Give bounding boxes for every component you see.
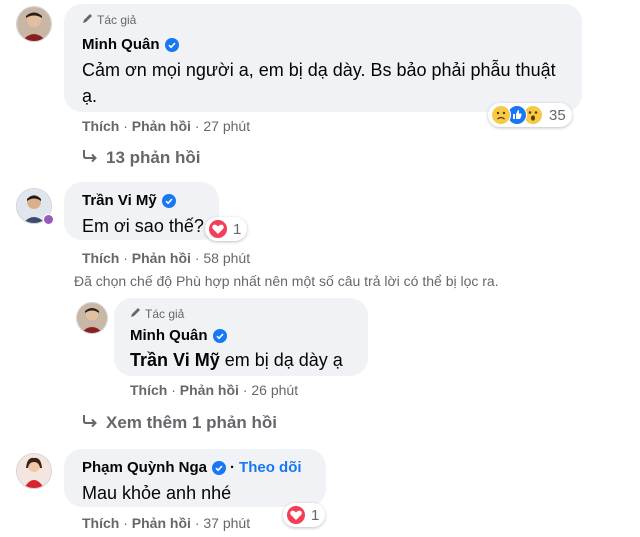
separator: · — [230, 459, 236, 476]
commenter-name: Phạm Quỳnh Nga · Theo dõi — [82, 459, 302, 476]
comment-actions: Thích · Phản hồi · 26 phút — [130, 382, 298, 398]
reply-link[interactable]: Phản hồi — [132, 118, 191, 134]
like-link[interactable]: Thích — [82, 118, 119, 134]
comment-text: Trần Vi Mỹ em bị dạ dày ạ — [130, 347, 343, 373]
timestamp[interactable]: 26 phút — [251, 382, 298, 398]
reply-link[interactable]: Phản hồi — [132, 250, 191, 266]
verified-badge-icon — [212, 460, 227, 475]
separator: · — [194, 515, 200, 531]
commenter-name[interactable]: Minh Quân — [82, 36, 179, 53]
reaction-summary[interactable]: 1 — [205, 217, 248, 241]
comment-actions: Thích · Phản hồi · 37 phút — [82, 515, 250, 531]
reaction-count: 1 — [311, 506, 320, 524]
comment-actions: Thích · Phản hồi · 58 phút — [82, 250, 250, 266]
reaction-summary[interactable]: 35 — [488, 103, 572, 127]
separator: · — [171, 382, 176, 398]
reaction-count: 1 — [233, 220, 242, 238]
like-link[interactable]: Thích — [130, 382, 167, 398]
comment-text: Mau khỏe anh nhé — [82, 483, 232, 503]
reply-arrow-icon — [82, 413, 98, 433]
separator: · — [242, 382, 248, 398]
verified-badge-icon — [164, 37, 179, 52]
reply-link[interactable]: Phản hồi — [180, 382, 239, 398]
reply-arrow-icon — [82, 148, 98, 168]
separator: · — [123, 250, 128, 266]
avatar[interactable] — [16, 453, 52, 489]
commenter-name[interactable]: Trần Vi Mỹ — [82, 192, 176, 209]
author-tag: Tác giả — [82, 12, 136, 27]
view-replies-link[interactable]: 13 phản hồi — [82, 148, 200, 168]
separator: · — [123, 515, 128, 531]
commenter-name[interactable]: Minh Quân — [130, 327, 227, 344]
timestamp[interactable]: 27 phút — [203, 118, 250, 134]
pencil-icon — [82, 12, 94, 27]
separator: · — [123, 118, 128, 134]
love-icon — [208, 219, 228, 239]
like-link[interactable]: Thích — [82, 250, 119, 266]
avatar[interactable] — [76, 302, 108, 334]
separator: · — [194, 250, 200, 266]
verified-badge-icon — [161, 193, 176, 208]
comment-text: Cảm ơn mọi người a, em bị dạ dày. Bs bảo… — [82, 60, 556, 106]
filter-notice: Đã chọn chế độ Phù hợp nhất nên một số c… — [74, 273, 499, 289]
reply-text: em bị dạ dày ạ — [224, 350, 343, 370]
author-tag: Tác giả — [130, 306, 184, 321]
pencil-icon — [130, 306, 142, 321]
avatar[interactable] — [16, 6, 52, 42]
follow-button[interactable]: Theo dõi — [239, 459, 302, 476]
mention-link[interactable]: Trần Vi Mỹ — [130, 350, 220, 370]
reaction-summary[interactable]: 1 — [283, 503, 326, 527]
timestamp[interactable]: 58 phút — [203, 250, 250, 266]
like-link[interactable]: Thích — [82, 515, 119, 531]
reply-link[interactable]: Phản hồi — [132, 515, 191, 531]
sad-emoji-icon — [491, 105, 511, 125]
comment-actions: Thích · Phản hồi · 27 phút — [82, 118, 250, 134]
verified-badge-icon — [212, 328, 227, 343]
separator: · — [194, 118, 200, 134]
love-icon — [286, 505, 306, 525]
avatar-badge-icon — [43, 214, 54, 225]
view-more-replies-link[interactable]: Xem thêm 1 phản hồi — [82, 413, 277, 433]
comment-text: Em ơi sao thế? — [82, 216, 204, 236]
commenter-name-text[interactable]: Phạm Quỳnh Nga — [82, 459, 207, 476]
timestamp[interactable]: 37 phút — [203, 515, 250, 531]
reaction-count: 35 — [549, 106, 566, 124]
